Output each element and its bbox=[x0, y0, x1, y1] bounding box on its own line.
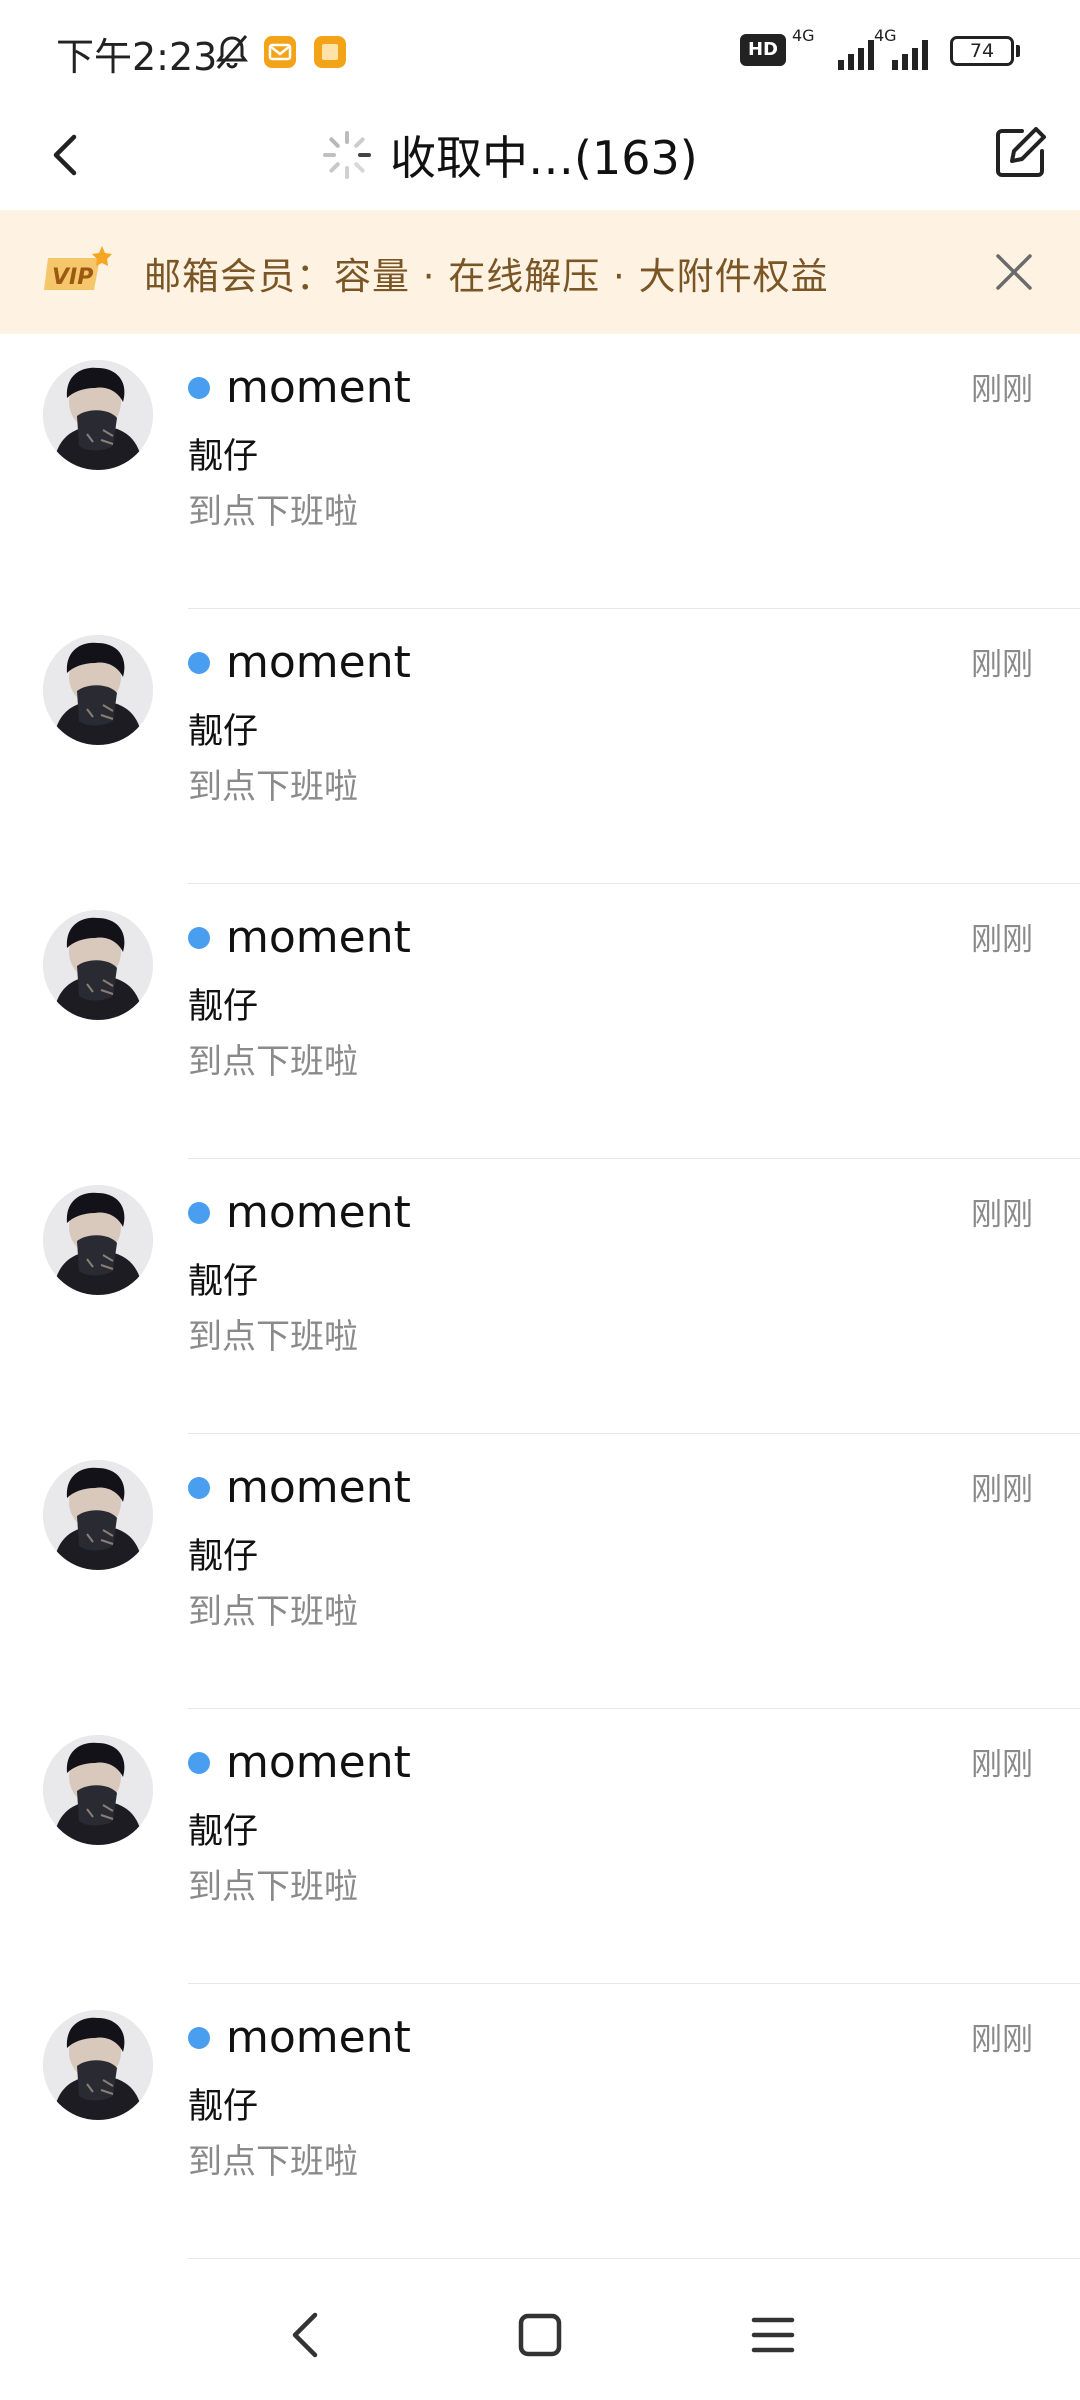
mail-subject: 靓仔 bbox=[188, 2087, 259, 2127]
mail-sender: moment bbox=[226, 912, 411, 963]
mail-sender: moment bbox=[226, 637, 411, 688]
avatar-photo bbox=[43, 910, 153, 1020]
unread-dot bbox=[188, 1202, 210, 1224]
mail-sender: moment bbox=[226, 1737, 411, 1788]
avatar[interactable] bbox=[43, 1185, 153, 1295]
mail-time: 刚刚 bbox=[971, 922, 1033, 958]
mail-subject: 靓仔 bbox=[188, 437, 259, 477]
compose-icon bbox=[996, 127, 1046, 177]
mail-inbox-screen: 下午2:23 HD 4G 4G 74 收取中…(163) VIP 邮箱会员：容量… bbox=[0, 0, 1080, 2400]
divider bbox=[188, 2258, 1080, 2259]
status-indicators: HD 4G 4G 74 bbox=[740, 26, 1040, 74]
title-wrap: 收取中…(163) bbox=[320, 120, 760, 190]
avatar[interactable] bbox=[43, 2010, 153, 2120]
signal-strength-icon bbox=[892, 40, 928, 70]
note-app-notification-icon bbox=[314, 36, 346, 68]
avatar[interactable] bbox=[43, 1460, 153, 1570]
mail-subject: 靓仔 bbox=[188, 1812, 259, 1852]
spinner-icon bbox=[323, 131, 371, 179]
mail-time: 刚刚 bbox=[971, 1197, 1033, 1233]
mail-sender: moment bbox=[226, 1462, 411, 1513]
mail-sender: moment bbox=[226, 2012, 411, 2063]
mail-preview: 到点下班啦 bbox=[188, 2142, 358, 2182]
close-icon bbox=[996, 254, 1032, 290]
mail-time: 刚刚 bbox=[971, 2022, 1033, 2058]
mail-list: moment 刚刚 靓仔 到点下班啦 moment 刚刚 靓仔 到点下班啦 moment 刚刚 靓仔… bbox=[0, 334, 1080, 2259]
mail-list-item[interactable]: moment 刚刚靓仔到点下班啦 bbox=[0, 1159, 1080, 1434]
unread-dot bbox=[188, 927, 210, 949]
mail-preview: 到点下班啦 bbox=[188, 1042, 358, 1082]
mail-time: 刚刚 bbox=[971, 372, 1033, 408]
mail-sender: moment bbox=[226, 362, 411, 413]
compose-button[interactable] bbox=[988, 118, 1052, 188]
home-icon bbox=[518, 2313, 562, 2357]
title-bar: 收取中…(163) bbox=[0, 100, 1080, 210]
mail-list-item[interactable]: moment 刚刚靓仔到点下班啦 bbox=[0, 609, 1080, 884]
mail-preview: 到点下班啦 bbox=[188, 1867, 358, 1907]
avatar-photo bbox=[43, 1735, 153, 1845]
mail-list-item[interactable]: moment 刚刚靓仔到点下班啦 bbox=[0, 334, 1080, 609]
menu-icon bbox=[751, 2317, 795, 2353]
mail-app-notification-icon bbox=[264, 36, 296, 68]
avatar-photo bbox=[43, 360, 153, 470]
banner-close-button[interactable] bbox=[984, 242, 1044, 302]
unread-dot bbox=[188, 1477, 210, 1499]
mail-sender: moment bbox=[226, 1187, 411, 1238]
avatar-photo bbox=[43, 635, 153, 745]
battery-tip bbox=[1016, 45, 1020, 57]
mail-preview: 到点下班啦 bbox=[188, 1317, 358, 1357]
mail-subject: 靓仔 bbox=[188, 987, 259, 1027]
avatar[interactable] bbox=[43, 910, 153, 1020]
mail-list-item[interactable]: moment 刚刚靓仔到点下班啦 bbox=[0, 1984, 1080, 2259]
mail-list-item[interactable]: moment 刚刚靓仔到点下班啦 bbox=[0, 884, 1080, 1159]
battery-level: 74 bbox=[950, 36, 1014, 66]
chevron-left-icon bbox=[53, 134, 77, 176]
unread-dot bbox=[188, 652, 210, 674]
mail-subject: 靓仔 bbox=[188, 1537, 259, 1577]
nav-back-button[interactable] bbox=[270, 2300, 340, 2370]
unread-dot bbox=[188, 2027, 210, 2049]
mail-time: 刚刚 bbox=[971, 1472, 1033, 1508]
vip-promo-banner[interactable]: VIP 邮箱会员：容量 · 在线解压 · 大附件权益 bbox=[0, 210, 1080, 334]
page-title: 收取中…(163) bbox=[390, 131, 698, 185]
unread-dot bbox=[188, 377, 210, 399]
nav-menu-button[interactable] bbox=[738, 2300, 808, 2370]
battery-icon: 74 bbox=[950, 36, 1020, 68]
nav-home-button[interactable] bbox=[505, 2300, 575, 2370]
mail-preview: 到点下班啦 bbox=[188, 492, 358, 532]
mail-subject: 靓仔 bbox=[188, 1262, 259, 1302]
back-button[interactable] bbox=[36, 120, 96, 190]
avatar[interactable] bbox=[43, 1735, 153, 1845]
vip-badge-text: VIP bbox=[52, 265, 93, 290]
mail-preview: 到点下班啦 bbox=[188, 1592, 358, 1632]
nav-back-icon bbox=[292, 2312, 318, 2358]
mail-time: 刚刚 bbox=[971, 1747, 1033, 1783]
system-nav-bar bbox=[0, 2270, 1080, 2400]
vip-badge-icon: VIP bbox=[44, 246, 112, 290]
avatar[interactable] bbox=[43, 360, 153, 470]
avatar[interactable] bbox=[43, 635, 153, 745]
mail-list-item[interactable]: moment 刚刚靓仔到点下班啦 bbox=[0, 1709, 1080, 1984]
avatar-photo bbox=[43, 2010, 153, 2120]
mail-subject: 靓仔 bbox=[188, 712, 259, 752]
unread-dot bbox=[188, 1752, 210, 1774]
avatar-photo bbox=[43, 1460, 153, 1570]
mail-list-item[interactable]: moment 刚刚靓仔到点下班啦 bbox=[0, 1434, 1080, 1709]
hd-badge: HD bbox=[740, 34, 786, 66]
avatar-photo bbox=[43, 1185, 153, 1295]
status-bar: 下午2:23 HD 4G 4G 74 bbox=[0, 0, 1080, 100]
mail-time: 刚刚 bbox=[971, 647, 1033, 683]
mail-preview: 到点下班啦 bbox=[188, 767, 358, 807]
banner-text: 邮箱会员：容量 · 在线解压 · 大附件权益 bbox=[144, 255, 829, 298]
bell-muted-icon bbox=[216, 35, 248, 69]
status-time: 下午2:23 bbox=[56, 35, 218, 79]
